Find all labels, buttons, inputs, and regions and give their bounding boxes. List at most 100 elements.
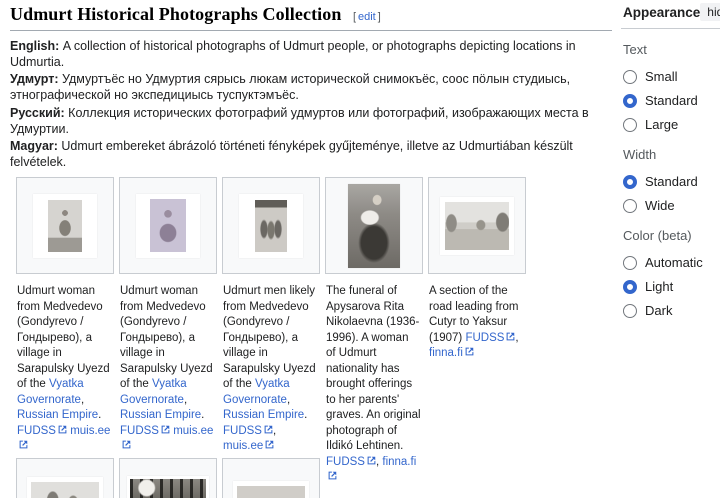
photo-thumbnail[interactable] bbox=[127, 476, 209, 498]
external-link-icon bbox=[367, 456, 376, 465]
description-line: English: A collection of historical phot… bbox=[10, 38, 612, 70]
radio-label: Automatic bbox=[645, 255, 703, 270]
radio-label: Standard bbox=[645, 174, 698, 189]
appearance-section: WidthStandardWide bbox=[621, 147, 720, 215]
radio-input[interactable] bbox=[623, 118, 637, 132]
external-link[interactable]: FUDSS bbox=[17, 425, 67, 437]
photo-thumbnail[interactable] bbox=[239, 194, 303, 258]
description-text: Удмуртъёс но Удмуртия сярысь люкам истор… bbox=[10, 72, 570, 102]
radio-input[interactable] bbox=[623, 70, 637, 84]
radio-label: Wide bbox=[645, 198, 675, 213]
radio-option-automatic[interactable]: Automatic bbox=[621, 253, 720, 272]
language-descriptions: English: A collection of historical phot… bbox=[10, 31, 612, 170]
portrait-purple-photo bbox=[150, 199, 186, 252]
appearance-sections: TextSmallStandardLargeWidthStandardWideC… bbox=[621, 42, 720, 320]
wiki-link[interactable]: Russian Empire bbox=[120, 409, 201, 421]
radio-option-dark[interactable]: Dark bbox=[621, 301, 720, 320]
external-link[interactable]: muis.ee bbox=[223, 440, 274, 452]
caption-text: , bbox=[287, 394, 290, 406]
gallery-box bbox=[119, 177, 217, 274]
radio-input[interactable] bbox=[623, 256, 637, 270]
language-label: English: bbox=[10, 39, 63, 53]
photo-thumbnail[interactable] bbox=[233, 481, 309, 498]
gallery-box bbox=[222, 177, 320, 274]
edit-link[interactable]: edit bbox=[358, 11, 376, 23]
radio-option-light[interactable]: Light bbox=[621, 277, 720, 296]
radio-option-small[interactable]: Small bbox=[621, 67, 720, 86]
external-link[interactable]: FUDSS bbox=[120, 425, 170, 437]
photo-caption: Udmurt men likely from Medvedevo (Gondyr… bbox=[222, 284, 320, 455]
gallery-box bbox=[222, 458, 320, 498]
caption-text: Udmurt woman from Medvedevo (Gondyrevo /… bbox=[120, 285, 213, 390]
gallery-item: Udmurt men likely from Medvedevo (Gondyr… bbox=[222, 177, 320, 458]
caption-text: The funeral of Apysarova Rita Nikolaevna… bbox=[326, 285, 421, 452]
description-text: Коллекция исторических фотографий удмурт… bbox=[10, 106, 589, 136]
caption-text: , bbox=[515, 332, 518, 344]
edit-section: [edit] bbox=[353, 11, 381, 23]
external-link[interactable]: FUDSS bbox=[223, 425, 273, 437]
radio-input[interactable] bbox=[623, 175, 637, 189]
radio-label: Large bbox=[645, 117, 678, 132]
external-link-icon bbox=[19, 440, 28, 449]
page-heading-row: Udmurt Historical Photographs Collection… bbox=[10, 0, 612, 31]
radio-label: Light bbox=[645, 279, 673, 294]
page: Udmurt Historical Photographs Collection… bbox=[0, 0, 720, 498]
radio-option-large[interactable]: Large bbox=[621, 115, 720, 134]
appearance-panel: Appearance hide Text Small Standard Large Wi… bbox=[621, 2, 720, 325]
external-link-icon bbox=[161, 425, 170, 434]
gallery-box bbox=[428, 177, 526, 274]
external-link-icon bbox=[265, 440, 274, 449]
external-link-icon bbox=[58, 425, 67, 434]
description-line: Magyar: Udmurt embereket ábrázoló történ… bbox=[10, 138, 612, 170]
appearance-hide-button[interactable]: hide bbox=[700, 3, 720, 21]
gallery-box bbox=[16, 458, 114, 498]
external-link-icon bbox=[122, 440, 131, 449]
section-label: Text bbox=[623, 42, 720, 57]
description-text: Udmurt embereket ábrázoló történeti fény… bbox=[10, 139, 573, 169]
photo-thumbnail[interactable] bbox=[136, 194, 200, 258]
photo-thumbnail[interactable] bbox=[440, 197, 514, 255]
radio-input[interactable] bbox=[623, 304, 637, 318]
section-label: Color (beta) bbox=[623, 228, 720, 243]
radio-label: Standard bbox=[645, 93, 698, 108]
radio-option-wide[interactable]: Wide bbox=[621, 196, 720, 215]
photo-thumbnail[interactable] bbox=[27, 477, 103, 498]
gallery-item bbox=[222, 458, 320, 498]
radio-label: Small bbox=[645, 69, 678, 84]
radio-input[interactable] bbox=[623, 94, 637, 108]
houses-bw-photo bbox=[237, 486, 305, 498]
caption-text: . bbox=[304, 409, 307, 421]
language-label: Удмурт: bbox=[10, 72, 62, 86]
appearance-header: Appearance hide bbox=[621, 2, 720, 29]
caption-text: Udmurt woman from Medvedevo (Gondyrevo /… bbox=[17, 285, 110, 390]
radio-option-standard[interactable]: Standard bbox=[621, 91, 720, 110]
wiki-link[interactable]: Russian Empire bbox=[17, 409, 98, 421]
photo-thumbnail[interactable] bbox=[348, 184, 400, 268]
radio-label: Dark bbox=[645, 303, 672, 318]
external-link-icon bbox=[328, 471, 337, 480]
description-text: A collection of historical photographs o… bbox=[10, 39, 576, 69]
content-area: Udmurt Historical Photographs Collection… bbox=[10, 0, 612, 498]
appearance-section: Color (beta) Automatic Light Dark bbox=[621, 228, 720, 320]
road-bw-photo bbox=[445, 202, 509, 250]
external-link[interactable]: FUDSS bbox=[465, 332, 515, 344]
wiki-link[interactable]: Russian Empire bbox=[223, 409, 304, 421]
radio-input[interactable] bbox=[623, 199, 637, 213]
gallery-item bbox=[16, 458, 114, 498]
village-bw-photo bbox=[31, 482, 99, 498]
external-link[interactable]: FUDSS bbox=[326, 456, 376, 468]
gallery-box bbox=[119, 458, 217, 498]
external-link[interactable]: finna.fi bbox=[429, 347, 474, 359]
caption-text: , bbox=[273, 425, 276, 437]
photo-thumbnail[interactable] bbox=[33, 194, 97, 258]
appearance-title: Appearance bbox=[623, 5, 700, 20]
portrait-bw-photo bbox=[48, 200, 82, 252]
radio-input[interactable] bbox=[623, 280, 637, 294]
caption-text: . bbox=[98, 409, 101, 421]
language-label: Русский: bbox=[10, 106, 68, 120]
edit-bracket-close: ] bbox=[378, 11, 381, 23]
radio-option-standard[interactable]: Standard bbox=[621, 172, 720, 191]
gallery-item: Udmurt woman from Medvedevo (Gondyrevo /… bbox=[119, 177, 217, 458]
group-bw-photo bbox=[255, 200, 287, 252]
funeral-bw-photo bbox=[348, 184, 400, 268]
